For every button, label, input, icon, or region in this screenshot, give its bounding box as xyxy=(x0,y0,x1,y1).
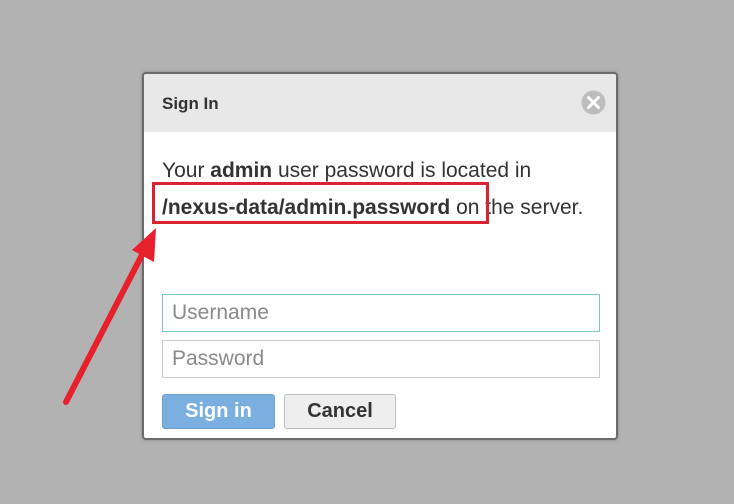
message-text: Your xyxy=(162,159,211,182)
message-text: on the server. xyxy=(450,196,584,219)
password-input[interactable] xyxy=(162,340,600,378)
password-file-path: /nexus-data/admin.password xyxy=(162,196,451,219)
sign-in-button[interactable]: Sign in xyxy=(162,394,275,429)
username-input[interactable] xyxy=(162,294,600,332)
cancel-button[interactable]: Cancel xyxy=(284,394,396,429)
message-text: user password is located in xyxy=(272,159,532,182)
dialog-title: Sign In xyxy=(162,94,219,113)
close-icon[interactable] xyxy=(581,90,606,115)
password-location-message: Your admin user password is located in /… xyxy=(162,152,602,226)
modal-backdrop: Sign In Your admin user password is loca… xyxy=(0,0,734,504)
dialog-header: Sign In xyxy=(144,74,616,132)
sign-in-dialog: Sign In Your admin user password is loca… xyxy=(142,72,618,440)
admin-username: admin xyxy=(210,159,273,182)
